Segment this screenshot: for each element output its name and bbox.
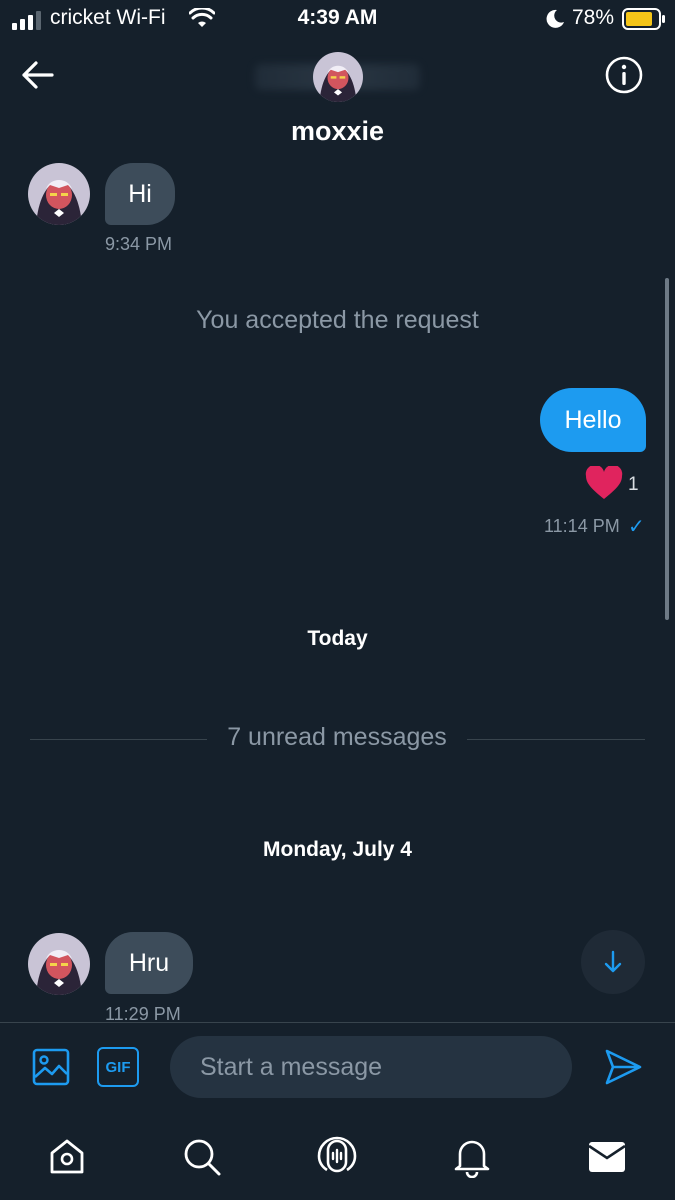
image-icon [32,1048,70,1086]
divider-line-right [467,739,645,740]
sender-avatar[interactable] [28,163,90,225]
send-icon [605,1049,642,1085]
arrow-left-icon [22,61,54,89]
message-bubble-incoming[interactable]: Hi [105,163,175,225]
battery-percentage: 78% [572,6,615,29]
unread-messages-label: 7 unread messages [227,723,447,751]
nav-search[interactable] [175,1130,229,1184]
nav-notifications[interactable] [445,1130,499,1184]
divider-line-left [30,739,207,740]
arrow-down-icon [604,950,622,973]
date-separator: Monday, July 4 [263,838,412,861]
message-input[interactable] [170,1036,572,1098]
header-avatar[interactable] [313,52,363,102]
nav-spaces[interactable] [310,1130,364,1184]
nav-messages[interactable] [580,1130,634,1184]
home-icon [50,1139,84,1174]
status-bar: cricket Wi-Fi 4:39 AM 78% [0,0,675,40]
back-button[interactable] [14,52,60,98]
media-button[interactable] [28,1044,74,1090]
message-timestamp: 9:34 PM [105,234,173,254]
read-check-icon: ✓ [628,516,645,538]
envelope-icon [588,1142,626,1172]
reaction-count: 1 [628,474,639,495]
bell-icon [454,1140,490,1178]
moon-icon [546,9,564,28]
search-icon [184,1139,221,1176]
nav-home[interactable] [40,1130,94,1184]
info-circle-icon [605,56,643,94]
battery-icon [622,8,665,30]
scroll-to-bottom-button[interactable] [581,930,645,994]
conversation-title: moxxie [290,116,385,146]
message-bubble-outgoing[interactable]: Hello [540,388,646,452]
sender-avatar[interactable] [28,933,90,995]
system-notice: You accepted the request [196,306,479,334]
scrollbar[interactable] [665,278,669,620]
message-bubble-incoming[interactable]: Hru [105,932,193,994]
message-timestamp: 11:14 PM [544,516,620,536]
info-button[interactable] [601,52,647,98]
gif-button[interactable]: GIF [97,1047,139,1087]
send-button[interactable] [600,1044,646,1090]
spaces-microphone-icon [317,1136,357,1173]
composer-divider [0,1022,675,1023]
heart-reaction-icon[interactable] [585,466,623,500]
date-separator-today: Today [307,627,368,650]
